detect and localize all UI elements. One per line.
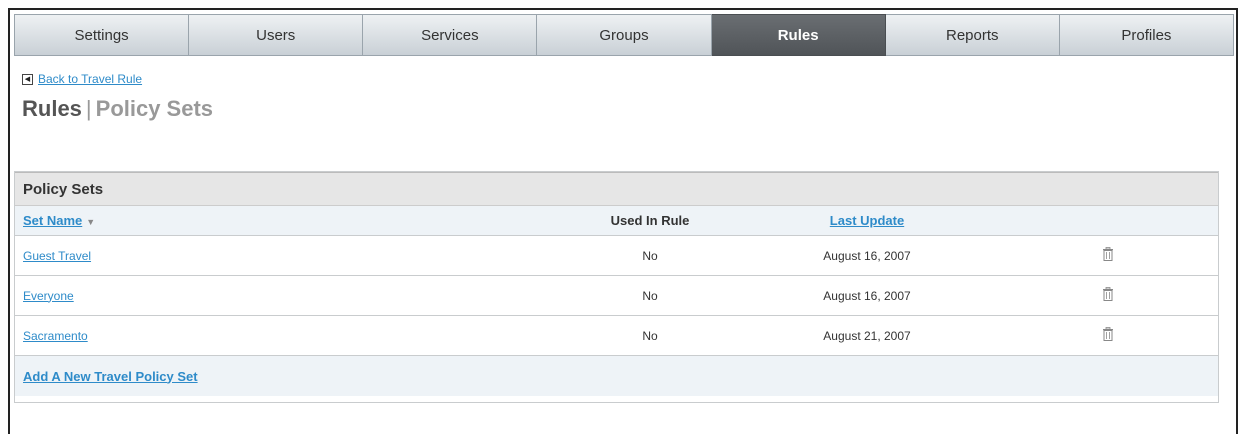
policy-set-link[interactable]: Sacramento (23, 329, 88, 343)
used-in-rule-value: No (642, 248, 658, 263)
main-tabs: Settings Users Services Groups Rules Rep… (14, 14, 1234, 56)
used-in-rule-value: No (642, 328, 658, 343)
sort-set-name-link[interactable]: Set Name (23, 213, 82, 228)
column-header-used-in-rule: Used In Rule (610, 213, 690, 228)
policy-set-link[interactable]: Everyone (23, 289, 74, 303)
sort-last-update-link[interactable]: Last Update (830, 213, 904, 228)
add-policy-set-link[interactable]: Add A New Travel Policy Set (23, 369, 198, 384)
back-arrow-icon[interactable]: ◀ (22, 73, 33, 85)
tab-users[interactable]: Users (189, 14, 364, 56)
panel-heading: Policy Sets (15, 172, 1218, 206)
table-header-row: Set Name ▼ Used In Rule Last Update (15, 206, 1218, 236)
trash-icon[interactable] (1097, 327, 1119, 344)
tab-rules[interactable]: Rules (711, 14, 886, 56)
last-update-value: August 16, 2007 (823, 248, 911, 263)
column-header-last-update: Last Update (787, 213, 947, 228)
sort-desc-icon[interactable]: ▼ (86, 217, 95, 227)
tab-services[interactable]: Services (363, 14, 538, 56)
page-title-sub: Policy Sets (95, 96, 214, 121)
policy-sets-panel: Policy Sets Set Name ▼ Used In Rule Last … (14, 171, 1219, 403)
table-footer-row: Add A New Travel Policy Set (15, 356, 1218, 396)
table-row: Everyone No August 16, 2007 (15, 276, 1218, 316)
trash-icon[interactable] (1097, 247, 1119, 264)
back-nav: ◀ Back to Travel Rule (22, 72, 142, 86)
used-in-rule-value: No (642, 288, 658, 303)
table-row: Sacramento No August 21, 2007 (15, 316, 1218, 356)
tab-profiles[interactable]: Profiles (1059, 14, 1234, 56)
trash-icon[interactable] (1097, 287, 1119, 304)
tab-settings[interactable]: Settings (14, 14, 190, 56)
tab-groups[interactable]: Groups (537, 14, 712, 56)
tab-reports[interactable]: Reports (885, 14, 1060, 56)
page-title-main: Rules (22, 96, 82, 121)
back-to-travel-rule-link[interactable]: Back to Travel Rule (38, 72, 142, 86)
last-update-value: August 16, 2007 (823, 288, 911, 303)
app-frame: Settings Users Services Groups Rules Rep… (8, 8, 1238, 434)
title-separator: | (85, 96, 92, 121)
last-update-value: August 21, 2007 (823, 328, 911, 343)
policy-set-link[interactable]: Guest Travel (23, 249, 91, 263)
column-header-set-name: Set Name ▼ (23, 213, 95, 228)
table-row: Guest Travel No August 16, 2007 (15, 236, 1218, 276)
page-title: Rules | Policy Sets (22, 96, 213, 122)
